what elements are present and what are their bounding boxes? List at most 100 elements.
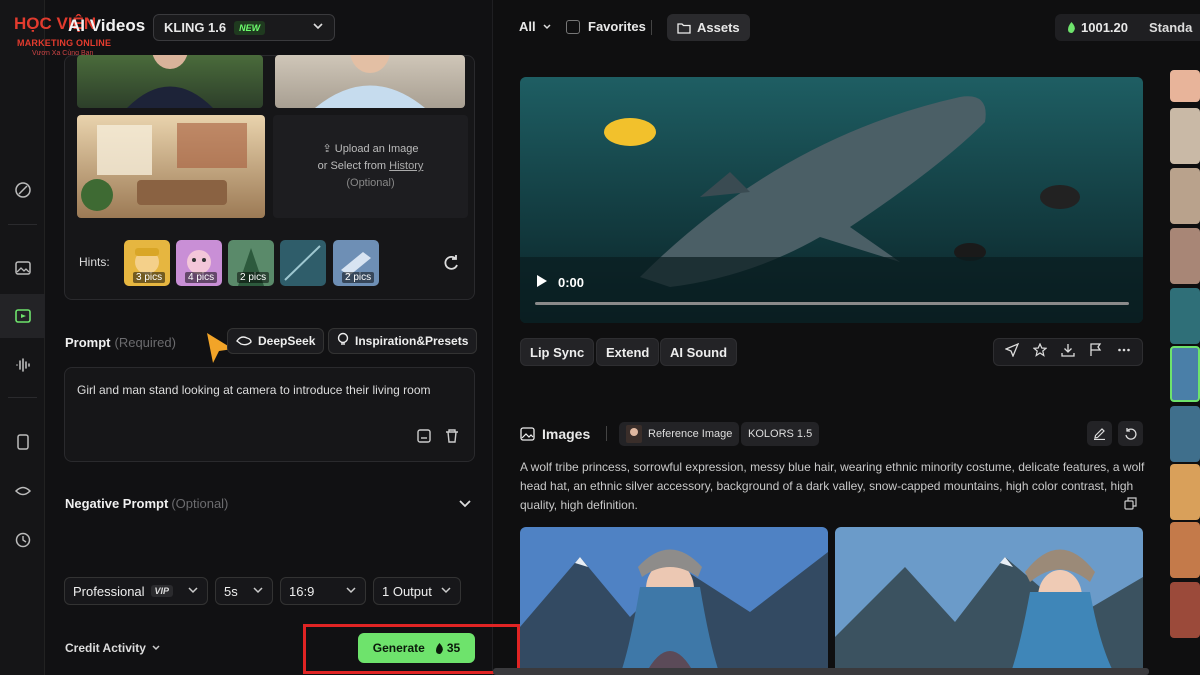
history-thumb-selected[interactable] [1170, 346, 1200, 402]
inspiration-presets-button[interactable]: Inspiration&Presets [328, 328, 478, 354]
video-icon[interactable] [0, 294, 45, 338]
history-thumb[interactable] [1170, 288, 1200, 344]
prompt-textarea[interactable]: Girl and man stand looking at camera to … [64, 367, 475, 462]
history-link[interactable]: History [389, 160, 423, 172]
hint-count: 4 pics [185, 272, 218, 283]
filter-dropdown[interactable]: All [519, 19, 552, 34]
favorites-label: Favorites [588, 19, 646, 34]
cube-icon[interactable] [0, 420, 45, 464]
flag-icon[interactable] [1089, 342, 1103, 362]
deepseek-button[interactable]: DeepSeek [227, 328, 325, 354]
horizontal-scrollbar[interactable] [493, 668, 1149, 675]
history-thumb[interactable] [1170, 70, 1200, 102]
ratio-value: 16:9 [289, 583, 315, 599]
video-progress-bar[interactable] [535, 302, 1129, 305]
left-nav-rail [0, 0, 45, 675]
history-icon[interactable] [0, 518, 45, 562]
mode-value: Professional [73, 583, 145, 599]
reference-image-label: Reference Image [648, 428, 733, 440]
history-thumb[interactable] [1170, 464, 1200, 520]
edit-icon[interactable] [1087, 421, 1112, 446]
generate-button[interactable]: Generate 35 [358, 633, 475, 663]
chevron-down-icon [187, 584, 199, 599]
credit-value: 1001.20 [1081, 20, 1128, 35]
copy-icon[interactable] [1124, 497, 1137, 515]
hint-thumb-1[interactable]: 3 pics [124, 240, 170, 286]
history-thumb[interactable] [1170, 108, 1200, 164]
mode-select[interactable]: Professional VIP [64, 577, 208, 605]
extend-button[interactable]: Extend [596, 338, 660, 366]
reference-photo-woman[interactable] [77, 55, 263, 108]
trash-icon[interactable] [444, 428, 460, 449]
image-icon[interactable] [0, 246, 45, 290]
favorites-toggle[interactable]: Favorites [566, 19, 646, 34]
generated-image-2[interactable] [835, 527, 1143, 675]
image-prompt-description: A wolf tribe princess, sorrowful express… [520, 460, 1145, 512]
chevron-down-icon[interactable] [458, 497, 472, 516]
ai-sound-button[interactable]: AI Sound [660, 338, 738, 366]
hints-label: Hints: [79, 255, 110, 269]
reference-image-chip[interactable]: Reference Image [619, 422, 740, 446]
hint-count: 3 pics [133, 272, 166, 283]
prompt-label-text: Prompt [65, 335, 111, 350]
refresh-icon[interactable] [441, 253, 461, 278]
download-icon[interactable] [1061, 343, 1075, 362]
undo-icon[interactable] [1118, 421, 1143, 446]
credit-activity-dropdown[interactable]: Credit Activity [65, 641, 161, 655]
vip-badge: VIP [150, 585, 174, 597]
negative-prompt-text: Negative Prompt [65, 496, 169, 511]
deepseek-label: DeepSeek [258, 334, 316, 348]
hint-thumb-2[interactable]: 4 pics [176, 240, 222, 286]
chevron-down-icon [152, 645, 160, 651]
logo-sub: MARKETING ONLINE [17, 38, 112, 48]
upload-icon: ⇪ [322, 143, 332, 155]
duration-value: 5s [224, 583, 238, 599]
reference-photo-man[interactable] [275, 55, 465, 108]
model-chip[interactable]: KOLORS 1.5 [741, 422, 820, 446]
play-icon[interactable] [536, 274, 548, 291]
send-icon[interactable] [1004, 342, 1020, 362]
history-thumb[interactable] [1170, 522, 1200, 578]
rail-divider [8, 397, 37, 398]
video-tools [993, 338, 1143, 366]
new-badge: NEW [234, 20, 266, 35]
credit-balance[interactable]: 1001.20 Standa [1055, 14, 1200, 41]
history-thumb[interactable] [1170, 406, 1200, 462]
save-icon[interactable] [416, 428, 432, 449]
magic-wand-icon[interactable] [0, 168, 45, 212]
rail-divider [8, 224, 37, 225]
history-thumb[interactable] [1170, 582, 1200, 638]
hint-thumb-5[interactable]: 2 pics [333, 240, 379, 286]
assets-button[interactable]: Assets [667, 14, 750, 41]
app-root: HỌC VIỆN MARKETING ONLINE Vươn Xa Cùng B… [0, 0, 1200, 675]
star-icon[interactable] [1032, 342, 1048, 362]
flame-icon [1068, 22, 1075, 33]
credit-cost: 35 [435, 641, 460, 655]
favorites-checkbox[interactable] [566, 19, 580, 34]
history-thumb[interactable] [1170, 168, 1200, 224]
outputs-value: 1 Output [382, 583, 432, 599]
credit-activity-label: Credit Activity [65, 641, 146, 655]
select-history-row: or Select from History [318, 158, 424, 175]
upload-image-label-row: ⇪ Upload an Image [322, 141, 418, 158]
eye-icon[interactable] [0, 469, 45, 513]
model-chip-label: KOLORS 1.5 [748, 428, 813, 440]
reference-photo-room[interactable] [77, 115, 265, 218]
divider [651, 20, 652, 35]
output-count-select[interactable]: 1 Output [373, 577, 461, 605]
ai-sound-label: AI Sound [670, 344, 728, 360]
audio-wave-icon[interactable] [0, 343, 45, 387]
hint-thumb-3[interactable]: 2 pics [228, 240, 274, 286]
aspect-ratio-select[interactable]: 16:9 [280, 577, 366, 605]
more-icon[interactable] [1117, 343, 1131, 362]
duration-select[interactable]: 5s [215, 577, 273, 605]
history-thumb[interactable] [1170, 228, 1200, 284]
upload-image-slot[interactable]: ⇪ Upload an Image or Select from History… [273, 115, 468, 218]
hint-thumb-4[interactable] [280, 240, 326, 286]
chevron-down-icon [312, 20, 324, 35]
model-dropdown[interactable]: KLING 1.6 NEW [153, 14, 335, 41]
video-player[interactable] [520, 77, 1143, 323]
negative-prompt-label[interactable]: Negative Prompt (Optional) [65, 496, 228, 511]
lip-sync-button[interactable]: Lip Sync [520, 338, 595, 366]
generated-image-1[interactable] [520, 527, 828, 675]
